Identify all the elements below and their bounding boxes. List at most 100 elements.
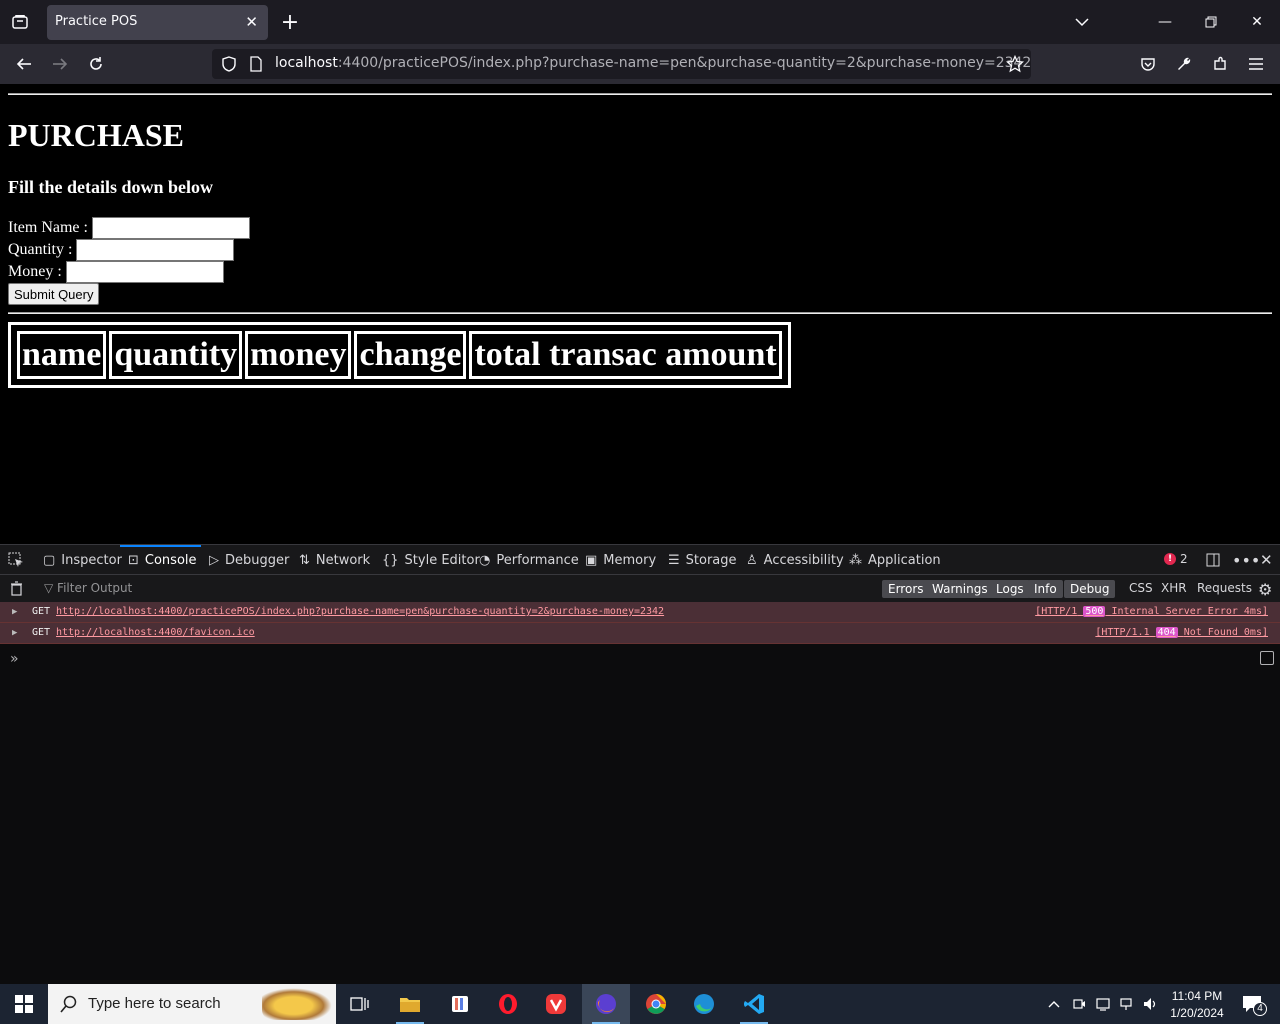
page-icon[interactable] xyxy=(249,56,263,76)
tab-inspector[interactable]: ▢ Inspector xyxy=(43,545,122,575)
submit-button[interactable]: Submit Query xyxy=(8,283,100,305)
opera-icon[interactable] xyxy=(484,984,532,1024)
status-prefix: [HTTP/1.1 xyxy=(1095,627,1150,638)
filter-xhr-button[interactable]: XHR xyxy=(1161,581,1187,595)
tab-storage[interactable]: ☰ Storage xyxy=(668,545,737,575)
tab-performance[interactable]: ◔ Performance xyxy=(479,545,579,575)
more-options-icon[interactable]: ••• xyxy=(1232,545,1260,575)
log-status[interactable]: [HTTP/1 500 Internal Server Error 4ms] xyxy=(1035,606,1268,617)
sidebar-toggle-icon[interactable] xyxy=(1260,651,1274,665)
item-name-input[interactable] xyxy=(91,217,250,239)
remote-desktop-icon[interactable] xyxy=(1092,984,1114,1024)
quantity-input[interactable] xyxy=(76,239,235,261)
log-url-link[interactable]: http://localhost:4400/favicon.ico xyxy=(56,627,255,638)
windows-start-icon[interactable] xyxy=(0,984,48,1024)
navigation-toolbar: localhost:4400/practicePOS/index.php?pur… xyxy=(0,44,1280,84)
settings-gear-icon[interactable]: ⚙ xyxy=(1258,580,1272,599)
vscode-icon[interactable] xyxy=(730,984,778,1024)
error-count: 2 xyxy=(1180,552,1188,566)
table-header-row: name quantity money change total transac… xyxy=(17,331,782,379)
app-icon[interactable] xyxy=(436,984,484,1024)
filter-logs-button[interactable]: Logs xyxy=(990,580,1030,598)
chevron-down-icon[interactable] xyxy=(1072,12,1092,32)
close-devtools-icon[interactable]: ✕ xyxy=(1260,545,1273,575)
notification-center-icon[interactable]: 4 xyxy=(1232,984,1272,1024)
close-tab-icon[interactable]: ✕ xyxy=(245,13,258,31)
storage-icon: ☰ xyxy=(668,552,680,568)
expand-arrow-icon[interactable]: ▶ xyxy=(12,607,17,617)
item-name-row: Item Name : xyxy=(8,217,250,239)
tab-style-editor[interactable]: {} Style Editor xyxy=(382,545,480,575)
chrome-icon[interactable] xyxy=(632,984,680,1024)
firefox-icon[interactable] xyxy=(582,984,630,1024)
tab-console[interactable]: ⊡ Console xyxy=(120,545,201,575)
address-bar[interactable]: localhost:4400/practicePOS/index.php?pur… xyxy=(212,49,1031,79)
pocket-icon[interactable] xyxy=(1136,52,1160,76)
tab-label: Memory xyxy=(603,552,657,568)
trash-icon[interactable] xyxy=(10,581,23,600)
close-window-icon[interactable]: ✕ xyxy=(1234,0,1280,44)
extensions-icon[interactable] xyxy=(1208,52,1232,76)
log-entry[interactable]: ▶ GET http://localhost:4400/favicon.ico … xyxy=(0,623,1280,644)
volume-icon[interactable] xyxy=(1140,984,1162,1024)
menu-icon[interactable] xyxy=(1244,52,1268,76)
file-explorer-icon[interactable] xyxy=(386,984,434,1024)
header-quantity: quantity xyxy=(109,331,243,379)
money-input[interactable] xyxy=(65,261,224,283)
restore-icon[interactable] xyxy=(1188,0,1234,44)
status-code-badge: 500 xyxy=(1083,606,1106,617)
forward-icon[interactable] xyxy=(48,52,72,76)
tab-bar: Practice POS ✕ + — ✕ xyxy=(0,0,1280,44)
tab-accessibility[interactable]: ♙ Accessibility xyxy=(746,545,844,575)
quantity-row: Quantity : xyxy=(8,239,235,261)
filter-requests-button[interactable]: Requests xyxy=(1197,581,1252,595)
filter-css-button[interactable]: CSS xyxy=(1129,581,1153,595)
network-tray-icon[interactable] xyxy=(1116,984,1138,1024)
tab-label: Accessibility xyxy=(763,552,844,568)
edge-icon[interactable] xyxy=(680,984,728,1024)
bookmark-star-icon[interactable] xyxy=(1005,54,1025,77)
search-placeholder: Type here to search xyxy=(88,995,221,1012)
inspector-icon: ▢ xyxy=(43,552,56,568)
tab-label: Application xyxy=(868,552,941,568)
error-count-badge[interactable]: ! 2 xyxy=(1164,552,1188,566)
status-code-badge: 404 xyxy=(1155,627,1178,638)
taskbar-clock[interactable]: 11:04 PM 1/20/2024 xyxy=(1162,988,1232,1022)
meet-now-icon[interactable] xyxy=(1068,984,1090,1024)
new-tab-icon[interactable]: + xyxy=(280,10,300,35)
log-entry[interactable]: ▶ GET http://localhost:4400/practicePOS/… xyxy=(0,602,1280,623)
minimize-icon[interactable]: — xyxy=(1142,0,1188,44)
quantity-label: Quantity : xyxy=(8,241,73,258)
log-url-link[interactable]: http://localhost:4400/practicePOS/index.… xyxy=(56,606,664,617)
wrench-icon[interactable] xyxy=(1172,52,1196,76)
expand-arrow-icon[interactable]: ▶ xyxy=(12,628,17,638)
vivaldi-icon[interactable] xyxy=(532,984,580,1024)
filter-errors-button[interactable]: Errors xyxy=(882,580,930,598)
element-picker-icon[interactable] xyxy=(8,545,24,575)
task-view-icon[interactable] xyxy=(336,984,384,1024)
tab-label: Storage xyxy=(685,552,737,568)
url-text[interactable]: localhost:4400/practicePOS/index.php?pur… xyxy=(275,55,1031,71)
back-icon[interactable] xyxy=(12,52,36,76)
url-path: :4400/practicePOS/index.php?purchase-nam… xyxy=(337,55,1032,71)
filter-debug-button[interactable]: Debug xyxy=(1064,580,1116,598)
tab-memory[interactable]: ▣ Memory xyxy=(585,545,656,575)
firefox-view-icon[interactable] xyxy=(10,12,30,32)
show-hidden-icons-icon[interactable] xyxy=(1044,984,1064,1024)
filter-warnings-button[interactable]: Warnings xyxy=(926,580,994,598)
tab-application[interactable]: ⁂ Application xyxy=(849,545,941,575)
performance-icon: ◔ xyxy=(479,552,491,568)
browser-tab[interactable]: Practice POS ✕ xyxy=(47,5,268,40)
console-input-prompt[interactable]: » xyxy=(10,651,19,667)
filter-input[interactable]: ▽ Filter Output xyxy=(44,581,132,595)
results-table: name quantity money change total transac… xyxy=(8,322,791,388)
shield-icon[interactable] xyxy=(221,56,237,76)
filter-info-button[interactable]: Info xyxy=(1028,580,1063,598)
reload-icon[interactable] xyxy=(84,52,108,76)
taskbar-search-input[interactable]: Type here to search xyxy=(48,984,336,1024)
tab-debugger[interactable]: ▷ Debugger xyxy=(209,545,289,575)
tab-network[interactable]: ⇅ Network xyxy=(299,545,370,575)
page-subtitle: Fill the details down below xyxy=(8,177,214,197)
log-status[interactable]: [HTTP/1.1 404 Not Found 0ms] xyxy=(1095,627,1268,638)
dock-toggle-icon[interactable] xyxy=(1206,545,1220,575)
